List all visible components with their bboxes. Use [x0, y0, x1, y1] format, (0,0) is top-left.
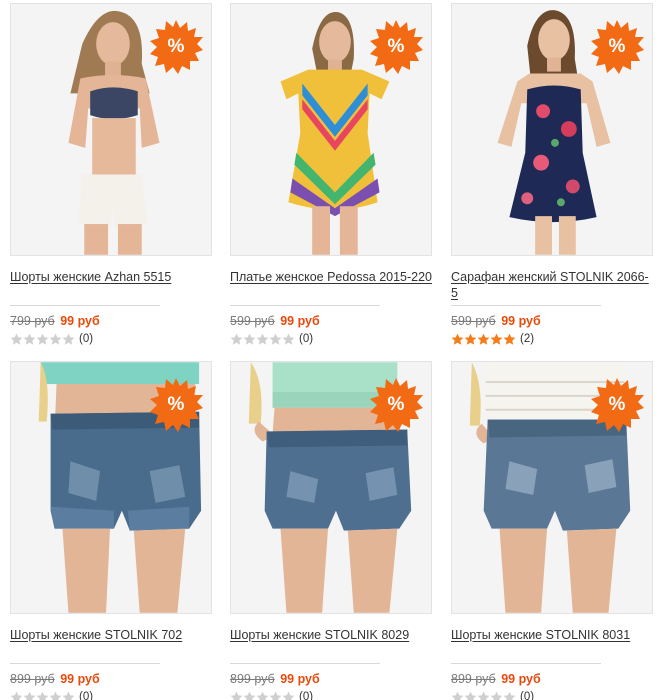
- star-icon[interactable]: [230, 691, 243, 700]
- price-row: 799 руб 99 руб: [10, 313, 212, 329]
- old-price: 899 руб: [451, 672, 496, 686]
- star-icon[interactable]: [269, 333, 282, 346]
- product-title-link[interactable]: Шорты женские Azhan 5515: [10, 269, 212, 302]
- rating[interactable]: (0): [230, 689, 432, 700]
- product-photo[interactable]: %: [10, 361, 212, 614]
- star-icon[interactable]: [23, 691, 36, 700]
- new-price: 99 руб: [60, 672, 100, 686]
- star-icon[interactable]: [503, 333, 516, 346]
- product-card: % Шорты женские Azhan 5515 799 руб 99 ру…: [10, 3, 212, 347]
- price-row: 599 руб 99 руб: [451, 313, 653, 329]
- star-rating: [230, 691, 295, 700]
- price-row: 899 руб 99 руб: [10, 671, 212, 687]
- new-price: 99 руб: [280, 314, 320, 328]
- old-price: 899 руб: [10, 672, 55, 686]
- rating[interactable]: (2): [451, 331, 653, 347]
- star-rating: [451, 333, 516, 346]
- review-count: (0): [79, 691, 94, 700]
- star-icon[interactable]: [62, 691, 75, 700]
- star-icon[interactable]: [230, 333, 243, 346]
- star-icon[interactable]: [477, 691, 490, 700]
- review-count: (0): [299, 691, 314, 700]
- rating[interactable]: (0): [451, 689, 653, 700]
- star-icon[interactable]: [464, 333, 477, 346]
- star-icon[interactable]: [10, 691, 23, 700]
- product-title-link[interactable]: Шорты женские STOLNIK 702: [10, 627, 212, 660]
- star-icon[interactable]: [490, 691, 503, 700]
- star-icon[interactable]: [243, 333, 256, 346]
- discount-badge: %: [590, 378, 644, 432]
- discount-badge: %: [590, 20, 644, 74]
- review-count: (0): [299, 333, 314, 345]
- star-icon[interactable]: [243, 691, 256, 700]
- star-icon[interactable]: [256, 691, 269, 700]
- product-card: % Шорты женские STOLNIK 8029 899 руб 99 …: [230, 361, 432, 700]
- discount-badge: %: [369, 20, 423, 74]
- old-price: 899 руб: [230, 672, 275, 686]
- star-icon[interactable]: [477, 333, 490, 346]
- star-rating: [10, 333, 75, 346]
- star-rating: [230, 333, 295, 346]
- new-price: 99 руб: [60, 314, 100, 328]
- divider: [10, 305, 160, 306]
- rating[interactable]: (0): [10, 331, 212, 347]
- rating[interactable]: (0): [230, 331, 432, 347]
- product-title-link[interactable]: Платье женское Pedossa 2015-220: [230, 269, 432, 302]
- old-price: 599 руб: [230, 314, 275, 328]
- new-price: 99 руб: [501, 314, 541, 328]
- star-icon[interactable]: [451, 691, 464, 700]
- price-row: 899 руб 99 руб: [230, 671, 432, 687]
- star-icon[interactable]: [49, 333, 62, 346]
- star-icon[interactable]: [464, 691, 477, 700]
- review-count: (2): [520, 333, 535, 345]
- star-icon[interactable]: [282, 691, 295, 700]
- new-price: 99 руб: [501, 672, 541, 686]
- product-photo[interactable]: %: [451, 3, 653, 256]
- star-icon[interactable]: [490, 333, 503, 346]
- product-card: % Шорты женские STOLNIK 8031 899 руб 99 …: [451, 361, 653, 700]
- divider: [451, 305, 601, 306]
- star-icon[interactable]: [49, 691, 62, 700]
- star-icon[interactable]: [62, 333, 75, 346]
- price-row: 599 руб 99 руб: [230, 313, 432, 329]
- product-card: % Шорты женские STOLNIK 702 899 руб 99 р…: [10, 361, 212, 700]
- product-photo[interactable]: %: [230, 361, 432, 614]
- star-icon[interactable]: [451, 333, 464, 346]
- divider: [451, 663, 601, 664]
- product-grid: % Шорты женские Azhan 5515 799 руб 99 ру…: [0, 0, 663, 700]
- divider: [10, 663, 160, 664]
- divider: [230, 305, 380, 306]
- product-photo[interactable]: %: [10, 3, 212, 256]
- old-price: 599 руб: [451, 314, 496, 328]
- star-icon[interactable]: [36, 333, 49, 346]
- product-title-link[interactable]: Шорты женские STOLNIK 8029: [230, 627, 432, 660]
- new-price: 99 руб: [280, 672, 320, 686]
- product-card: % Платье женское Pedossa 2015-220 599 ру…: [230, 3, 432, 347]
- star-icon[interactable]: [503, 691, 516, 700]
- review-count: (0): [79, 333, 94, 345]
- star-rating: [10, 691, 75, 700]
- product-title-link[interactable]: Сарафан женский STOLNIK 2066-5: [451, 269, 653, 302]
- old-price: 799 руб: [10, 314, 55, 328]
- discount-badge: %: [149, 378, 203, 432]
- product-photo[interactable]: %: [230, 3, 432, 256]
- star-icon[interactable]: [282, 333, 295, 346]
- star-icon[interactable]: [36, 691, 49, 700]
- discount-badge: %: [369, 378, 423, 432]
- rating[interactable]: (0): [10, 689, 212, 700]
- review-count: (0): [520, 691, 535, 700]
- star-icon[interactable]: [10, 333, 23, 346]
- discount-badge: %: [149, 20, 203, 74]
- divider: [230, 663, 380, 664]
- product-title-link[interactable]: Шорты женские STOLNIK 8031: [451, 627, 653, 660]
- star-icon[interactable]: [256, 333, 269, 346]
- product-photo[interactable]: %: [451, 361, 653, 614]
- star-rating: [451, 691, 516, 700]
- product-card: % Сарафан женский STOLNIK 2066-5 599 руб…: [451, 3, 653, 347]
- star-icon[interactable]: [269, 691, 282, 700]
- price-row: 899 руб 99 руб: [451, 671, 653, 687]
- star-icon[interactable]: [23, 333, 36, 346]
